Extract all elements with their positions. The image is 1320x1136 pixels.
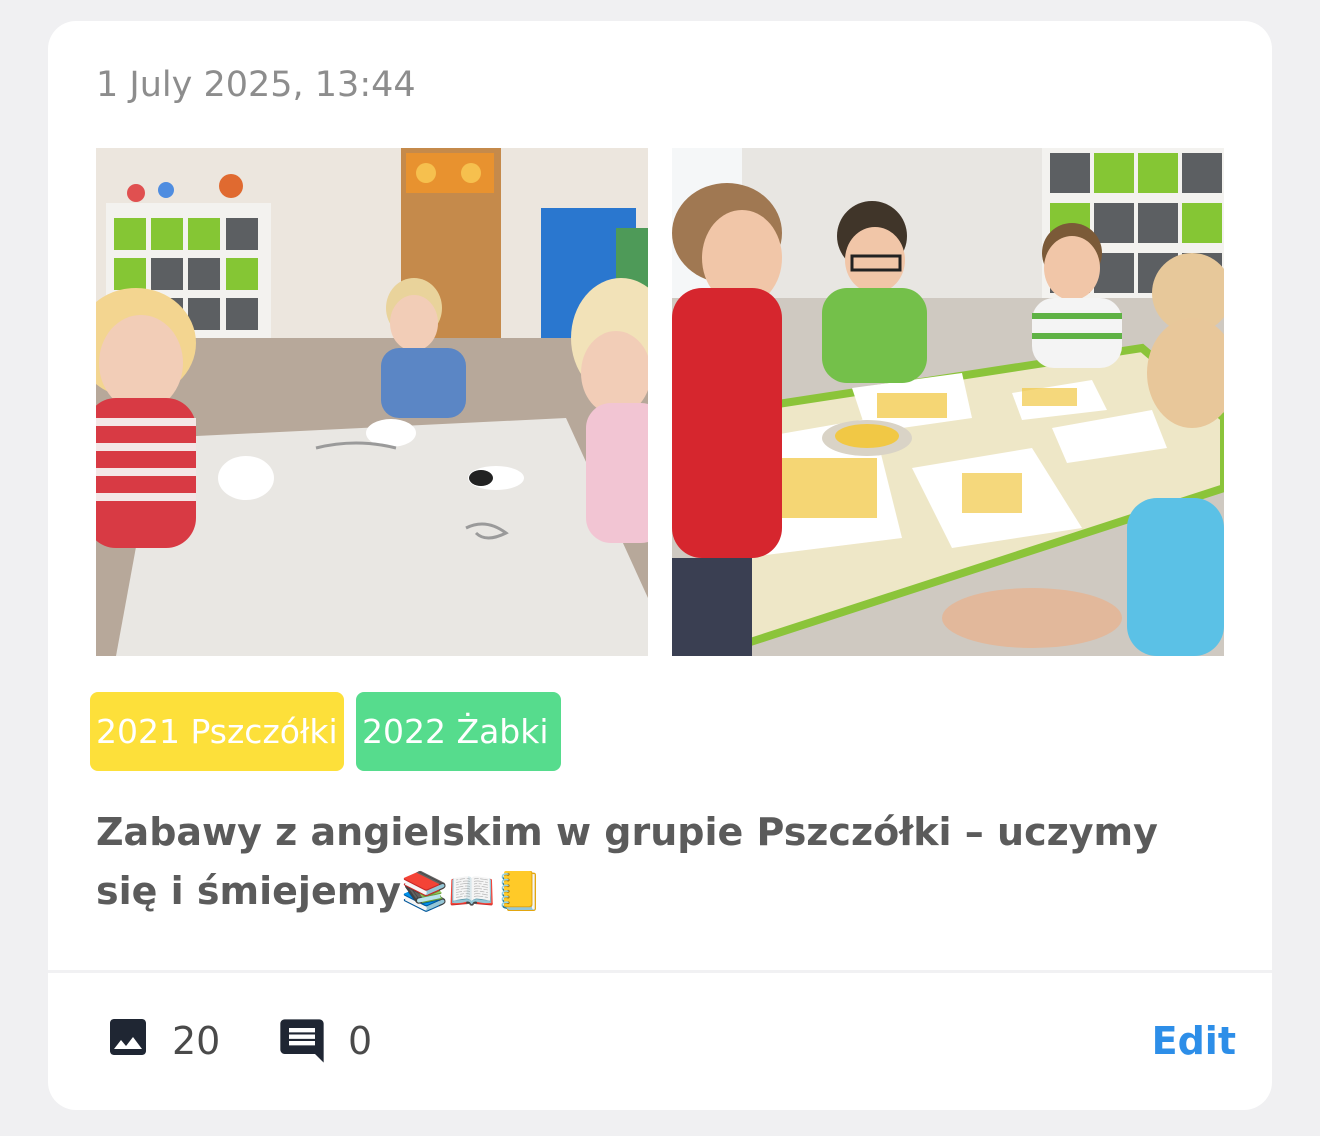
comment-icon <box>276 1015 328 1071</box>
post-date: 1 July 2025, 13:44 <box>96 65 416 105</box>
photo-thumbnail-2[interactable] <box>672 148 1224 656</box>
comments-count: 0 <box>348 1019 373 1063</box>
photos-count: 20 <box>172 1019 221 1063</box>
photo-gallery <box>96 148 1224 656</box>
post-card: 1 July 2025, 13:44 2021 Pszczółki 2022 Ż… <box>48 21 1272 1110</box>
tag-2022-zabki[interactable]: 2022 Żabki <box>356 692 561 771</box>
edit-button[interactable]: Edit <box>1152 1019 1236 1063</box>
post-footer: 20 0 Edit <box>48 973 1272 1110</box>
tag-2021-pszczolki[interactable]: 2021 Pszczółki <box>90 692 344 771</box>
photo-thumbnail-1[interactable] <box>96 148 648 656</box>
post-title: Zabawy z angielskim w grupie Pszczółki –… <box>96 810 1158 913</box>
image-icon <box>104 1013 152 1065</box>
